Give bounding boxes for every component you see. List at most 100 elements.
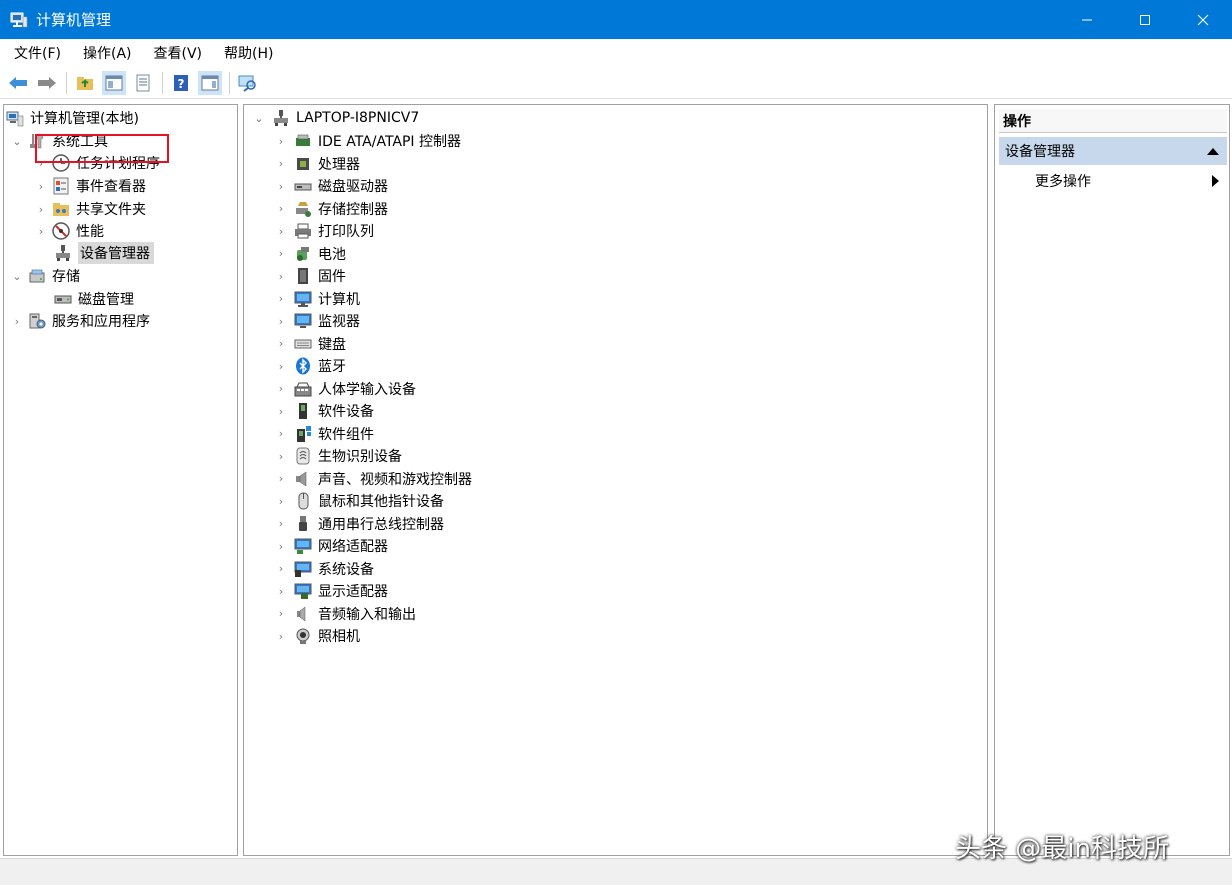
device-category-printer[interactable]: › 打印队列	[274, 220, 374, 242]
chevron-down-icon[interactable]: ⌄	[252, 112, 266, 125]
device-category-label: IDE ATA/ATAPI 控制器	[318, 134, 462, 150]
device-category-mouse[interactable]: › 鼠标和其他指针设备	[274, 490, 444, 512]
minimize-button[interactable]	[1058, 0, 1116, 39]
tree-label-performance: 性能	[76, 224, 104, 240]
maximize-button[interactable]	[1116, 0, 1174, 39]
chevron-right-icon[interactable]: ›	[274, 180, 288, 193]
device-category-processor[interactable]: › 处理器	[274, 153, 360, 175]
collapse-up-icon[interactable]	[1207, 147, 1219, 155]
tree-item-shared-folders[interactable]: › 共享文件夹	[34, 198, 146, 220]
menu-view[interactable]: 查看(V)	[146, 43, 211, 63]
performance-icon	[52, 222, 70, 240]
chevron-right-icon[interactable]: ›	[274, 382, 288, 395]
show-hide-tree-button[interactable]	[102, 70, 126, 95]
chevron-right-icon[interactable]: ›	[34, 225, 48, 238]
console-tree-pane: 计算机管理(本地) ⌄ 系统工具 › 任务计划程序 › 事件查看器 › 共享文件…	[3, 104, 238, 856]
device-category-disk-drive[interactable]: › 磁盘驱动器	[274, 175, 388, 197]
menu-action[interactable]: 操作(A)	[75, 43, 140, 63]
device-category-camera[interactable]: › 照相机	[274, 625, 360, 647]
chevron-right-icon[interactable]: ›	[274, 292, 288, 305]
tree-item-device-manager[interactable]: 设备管理器	[52, 242, 154, 264]
chevron-right-icon[interactable]: ›	[274, 270, 288, 283]
chevron-right-icon[interactable]: ›	[274, 360, 288, 373]
device-category-software-device[interactable]: › 软件设备	[274, 400, 374, 422]
chevron-right-icon[interactable]: ›	[274, 472, 288, 485]
device-category-bluetooth[interactable]: › 蓝牙	[274, 355, 346, 377]
back-button[interactable]	[6, 71, 30, 95]
tree-item-storage[interactable]: ⌄ 存储	[10, 265, 80, 287]
device-category-biometric[interactable]: › 生物识别设备	[274, 445, 402, 467]
device-category-hid[interactable]: › 人体学输入设备	[274, 378, 416, 400]
actions-section-label: 设备管理器	[1005, 144, 1075, 160]
menu-help[interactable]: 帮助(H)	[216, 43, 281, 63]
forward-button[interactable]	[35, 71, 59, 95]
device-category-network-adapter[interactable]: › 网络适配器	[274, 535, 388, 557]
device-category-battery[interactable]: › 电池	[274, 243, 346, 265]
scan-hardware-button[interactable]	[236, 71, 260, 95]
chevron-down-icon[interactable]: ⌄	[10, 270, 24, 283]
tree-item-performance[interactable]: › 性能	[34, 220, 104, 242]
chevron-right-icon[interactable]: ›	[34, 203, 48, 216]
tree-root-label: 计算机管理(本地)	[30, 111, 139, 127]
device-category-label: 存储控制器	[318, 201, 388, 218]
properties-button[interactable]	[131, 71, 155, 95]
chevron-right-icon[interactable]: ›	[274, 405, 288, 418]
tree-item-event-viewer[interactable]: › 事件查看器	[34, 175, 146, 197]
chevron-right-icon[interactable]: ›	[274, 225, 288, 238]
help-button[interactable]: ?	[169, 71, 193, 95]
chevron-right-icon[interactable]: ›	[274, 495, 288, 508]
device-category-ide-controller[interactable]: › IDE ATA/ATAPI 控制器	[274, 130, 461, 152]
device-category-label: 打印队列	[318, 224, 374, 240]
device-category-storage-controller[interactable]: › 存储控制器	[274, 198, 388, 220]
device-category-label: 人体学输入设备	[318, 381, 416, 398]
device-category-label: 通用串行总线控制器	[318, 516, 444, 533]
sound-icon	[294, 470, 312, 488]
actions-section-device-manager[interactable]: 设备管理器	[999, 137, 1227, 165]
device-category-sound[interactable]: › 声音、视频和游戏控制器	[274, 468, 472, 490]
toolbar-separator	[162, 71, 163, 94]
device-category-audio-io[interactable]: › 音频输入和输出	[274, 603, 416, 625]
device-category-monitor[interactable]: › 监视器	[274, 310, 360, 332]
device-category-software-component[interactable]: › 软件组件	[274, 423, 374, 445]
chevron-right-icon[interactable]: ›	[274, 202, 288, 215]
hid-icon	[294, 380, 312, 398]
chevron-right-icon[interactable]: ›	[274, 517, 288, 530]
device-category-firmware[interactable]: › 固件	[274, 265, 346, 287]
tree-item-services-apps[interactable]: › 服务和应用程序	[10, 310, 150, 332]
tree-item-disk-management[interactable]: 磁盘管理	[52, 288, 134, 310]
chevron-right-icon[interactable]: ›	[274, 630, 288, 643]
chevron-right-icon[interactable]: ›	[274, 157, 288, 170]
chevron-right-icon[interactable]: ›	[274, 337, 288, 350]
chevron-right-icon[interactable]: ›	[274, 540, 288, 553]
show-hide-action-pane-button[interactable]	[198, 70, 222, 95]
close-button[interactable]	[1174, 0, 1232, 39]
software-device-icon	[294, 402, 312, 420]
device-category-computer[interactable]: › 计算机	[274, 288, 360, 310]
chevron-right-icon[interactable]: ›	[274, 135, 288, 148]
chevron-right-icon[interactable]: ›	[274, 247, 288, 260]
chevron-down-icon[interactable]: ⌄	[10, 135, 24, 148]
up-level-button[interactable]	[73, 71, 97, 95]
device-category-label: 照相机	[318, 629, 360, 645]
chevron-right-icon[interactable]: ›	[10, 315, 24, 328]
chevron-right-icon[interactable]: ›	[34, 180, 48, 193]
device-category-display-adapter[interactable]: › 显示适配器	[274, 580, 388, 602]
highlight-annotation-box	[35, 134, 169, 163]
watermark: 头条 @最in科技所	[955, 834, 1169, 864]
more-actions-item[interactable]: 更多操作	[1035, 169, 1227, 193]
menu-file[interactable]: 文件(F)	[6, 43, 69, 63]
device-category-label: 处理器	[318, 156, 360, 173]
chevron-right-icon[interactable]: ›	[274, 427, 288, 440]
tree-root[interactable]: 计算机管理(本地)	[6, 107, 139, 129]
device-category-keyboard[interactable]: › 键盘	[274, 333, 346, 355]
device-root[interactable]: ⌄ LAPTOP-I8PNICV7	[252, 107, 419, 129]
device-category-usb[interactable]: › 通用串行总线控制器	[274, 513, 444, 535]
device-category-system-device[interactable]: › 系统设备	[274, 558, 374, 580]
chevron-right-icon[interactable]: ›	[274, 450, 288, 463]
biometric-icon	[294, 447, 312, 465]
chevron-right-icon[interactable]: ›	[274, 607, 288, 620]
tree-label-shared-folders: 共享文件夹	[76, 202, 146, 218]
chevron-right-icon[interactable]: ›	[274, 562, 288, 575]
chevron-right-icon[interactable]: ›	[274, 585, 288, 598]
chevron-right-icon[interactable]: ›	[274, 315, 288, 328]
